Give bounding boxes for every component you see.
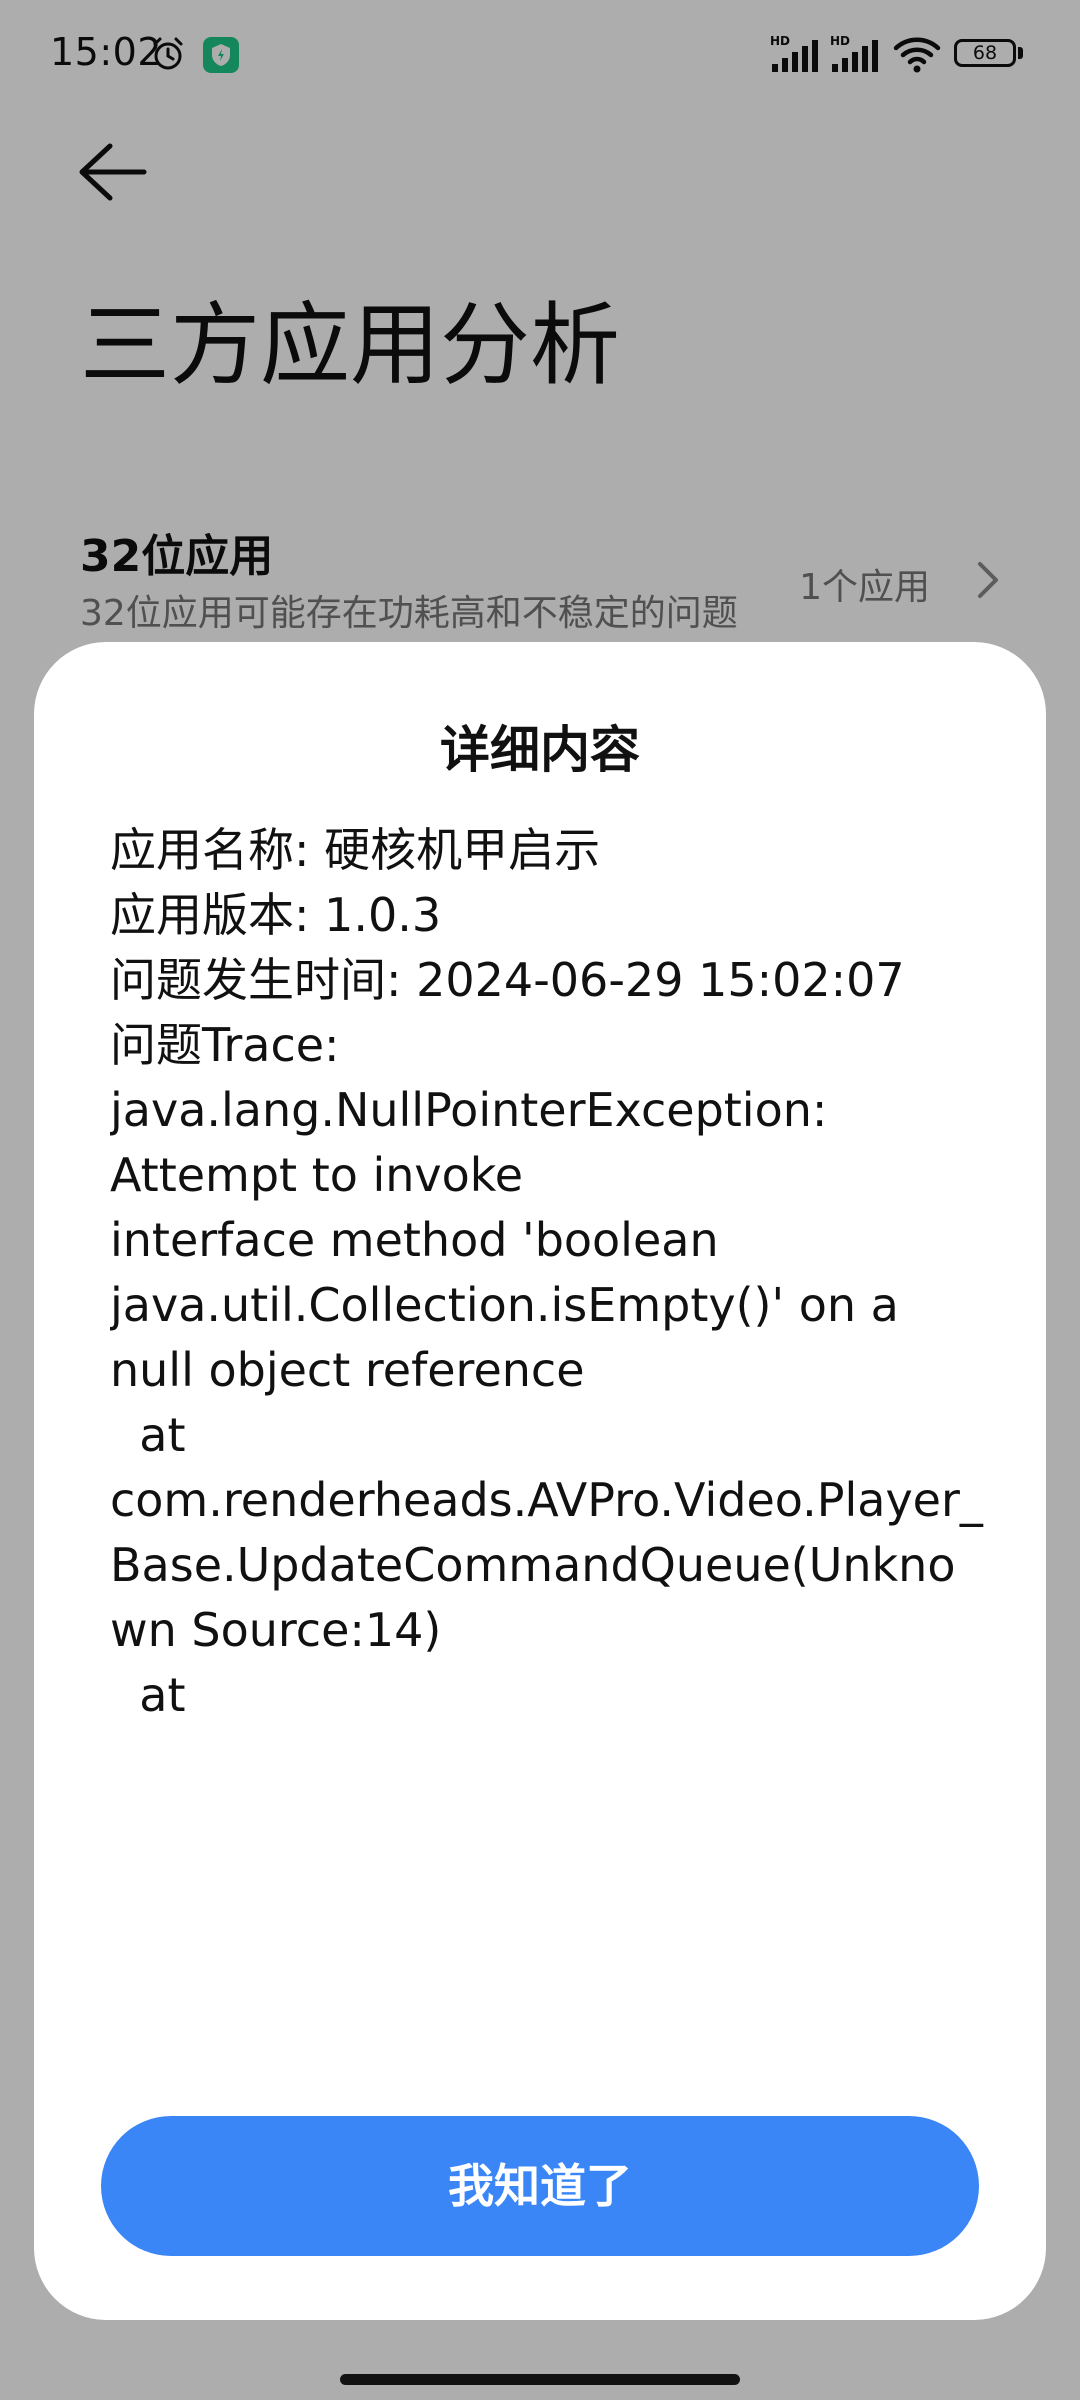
screen: 15:02 HD HD 68 三方应用分析 32位应用 32位应用可能存在功耗高…	[0, 0, 1080, 2400]
ok-button[interactable]: 我知道了	[101, 2116, 979, 2256]
app-version-line: 应用版本: 1.0.3	[110, 883, 990, 948]
app-name-value: 硬核机甲启示	[324, 823, 601, 877]
app-version-value: 1.0.3	[324, 888, 442, 942]
issue-time-line: 问题发生时间: 2024-06-29 15:02:07	[110, 948, 990, 1013]
home-indicator[interactable]	[340, 2374, 740, 2385]
stack-trace-text: java.lang.NullPointerException: Attempt …	[110, 1083, 983, 1722]
app-name-line: 应用名称: 硬核机甲启示	[110, 818, 990, 883]
app-name-label: 应用名称:	[110, 823, 325, 877]
dialog-title: 详细内容	[440, 721, 640, 779]
details-dialog: 详细内容 应用名称: 硬核机甲启示 应用版本: 1.0.3 问题发生时间: 20…	[34, 642, 1046, 2320]
dialog-content[interactable]: 应用名称: 硬核机甲启示 应用版本: 1.0.3 问题发生时间: 2024-06…	[110, 818, 990, 1730]
app-version-label: 应用版本:	[110, 888, 325, 942]
issue-time-value: 2024-06-29 15:02:07	[416, 953, 905, 1007]
trace-label: 问题Trace:	[110, 1018, 340, 1072]
issue-time-label: 问题发生时间:	[110, 953, 417, 1007]
